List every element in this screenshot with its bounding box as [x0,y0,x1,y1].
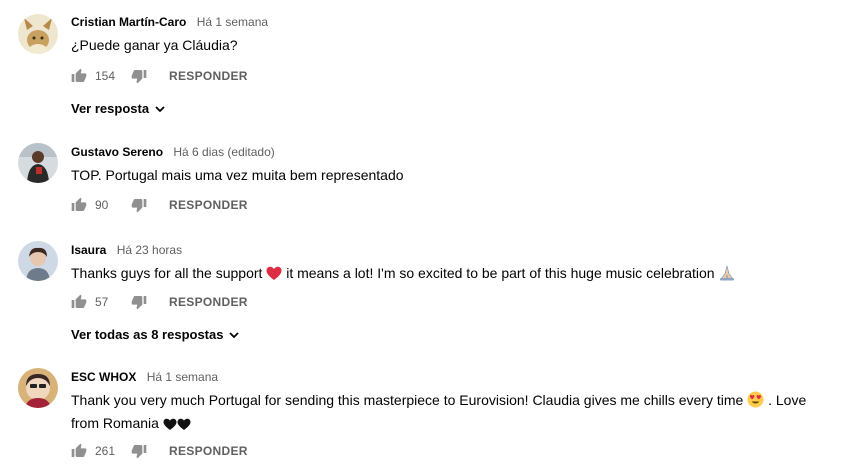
comment-text-part: it means a lot! I'm so excited to be par… [286,265,715,281]
chevron-down-icon [229,331,240,338]
avatar[interactable] [18,368,58,408]
comment-text: Thanks guys for all the support it means… [71,263,830,286]
like-button[interactable] [71,294,87,310]
comment-thread: Cristian Martín-Caro Há 1 semana ¿Puede … [0,0,850,125]
avatar[interactable] [18,241,58,281]
avatar[interactable] [18,143,58,183]
view-replies-button[interactable]: Ver resposta [71,101,166,116]
comment-toolbar: 57 RESPONDER [71,292,248,312]
black-heart-emoji [163,416,191,436]
thumb-up-icon [71,197,87,211]
reply-button[interactable]: RESPONDER [169,198,248,212]
comment-text-part: Thank you very much Portugal for sending… [71,392,744,408]
comment-author[interactable]: Cristian Martín-Caro [71,15,186,29]
comment-text-part: Thanks guys for all the support [71,265,263,281]
dislike-button[interactable] [131,443,147,459]
comment-timestamp[interactable]: Há 1 semana [197,15,268,29]
comment-timestamp[interactable]: Há 23 horas [117,243,182,257]
like-count: 90 [95,198,109,212]
heart-eyes-emoji [747,391,764,413]
thumb-down-icon [131,199,147,213]
view-replies-button[interactable]: Ver todas as 8 respostas [71,327,240,342]
like-count: 261 [95,444,116,458]
reply-button[interactable]: RESPONDER [169,444,248,458]
like-button[interactable] [71,68,87,84]
thumb-down-icon [131,445,147,459]
comment-text: Thank you very much Portugal for sending… [71,390,811,436]
comment-toolbar: 154 RESPONDER [71,66,248,86]
thumb-up-icon [71,68,87,82]
view-replies-label: Ver resposta [71,101,150,116]
thumb-up-icon [71,443,87,457]
comment-author[interactable]: ESC WHOX [71,370,136,384]
reply-button[interactable]: RESPONDER [169,295,248,309]
like-button[interactable] [71,197,87,213]
reply-button[interactable]: RESPONDER [169,69,248,83]
comment-author[interactable]: Gustavo Sereno [71,145,163,159]
chevron-down-icon [155,105,165,112]
like-count: 154 [95,69,116,83]
comment-timestamp[interactable]: Há 1 semana [147,370,218,384]
comment-thread: Isaura Há 23 horas Thanks guys for all t… [0,225,850,350]
like-count: 57 [95,295,109,309]
comment-author[interactable]: Isaura [71,243,106,257]
folded-hands-emoji [718,265,736,286]
like-button[interactable] [71,443,87,459]
comment-text: ¿Puede ganar ya Cláudia? [71,37,238,53]
red-heart-emoji [266,266,282,286]
view-replies-label: Ver todas as 8 respostas [71,327,224,342]
comment-thread: Gustavo Sereno Há 6 dias (editado) TOP. … [0,125,850,225]
comment-toolbar: 261 RESPONDER [71,441,248,461]
thumb-down-icon [131,296,147,310]
comment-text: TOP. Portugal mais uma vez muita bem rep… [71,167,404,183]
thumb-down-icon [131,70,147,84]
avatar[interactable] [18,14,58,54]
thumb-up-icon [71,294,87,308]
dislike-button[interactable] [131,68,147,84]
comment-thread: ESC WHOX Há 1 semana Thank you very much… [0,350,850,465]
comment-toolbar: 90 RESPONDER [71,195,248,215]
dislike-button[interactable] [131,294,147,310]
comment-timestamp[interactable]: Há 6 dias (editado) [173,145,274,159]
dislike-button[interactable] [131,197,147,213]
